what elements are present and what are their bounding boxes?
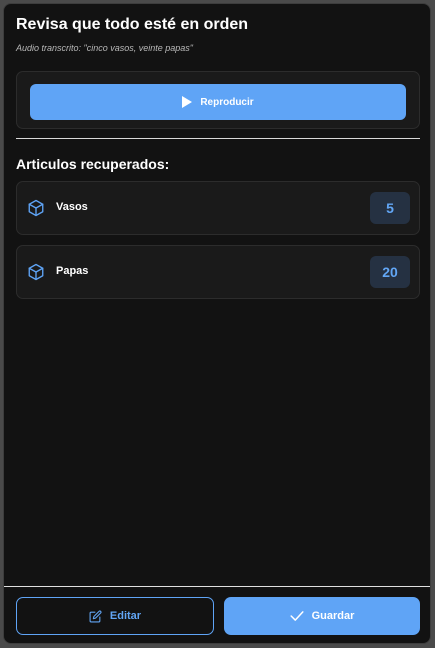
review-dialog: Revisa que todo esté en orden Audio tran… (3, 3, 431, 644)
list-item[interactable]: Papas 20 (16, 245, 420, 299)
play-icon (182, 96, 193, 108)
page-title: Revisa que todo esté en orden (16, 16, 249, 33)
edit-button[interactable]: Editar (16, 597, 214, 635)
footer-divider (4, 586, 430, 587)
package-icon (27, 263, 45, 281)
save-button-label: Guardar (311, 610, 355, 622)
play-button[interactable]: Reproducir (30, 84, 406, 120)
edit-button-label: Editar (109, 610, 142, 622)
play-button-label: Reproducir (200, 96, 254, 108)
item-name: Papas (56, 265, 89, 277)
transcript-text: Audio transcrito: "cinco vasos, veinte p… (16, 43, 193, 53)
save-button[interactable]: Guardar (224, 597, 420, 635)
quantity-badge: 5 (370, 192, 410, 224)
list-item[interactable]: Vasos 5 (16, 181, 420, 235)
check-icon (290, 610, 304, 622)
edit-icon (89, 609, 102, 623)
quantity-badge: 20 (370, 256, 410, 288)
audio-player-card: Reproducir (16, 71, 420, 129)
package-icon (27, 199, 45, 217)
items-section-title: Articulos recuperados: (16, 156, 170, 172)
section-divider (16, 138, 420, 139)
item-name: Vasos (56, 201, 88, 213)
